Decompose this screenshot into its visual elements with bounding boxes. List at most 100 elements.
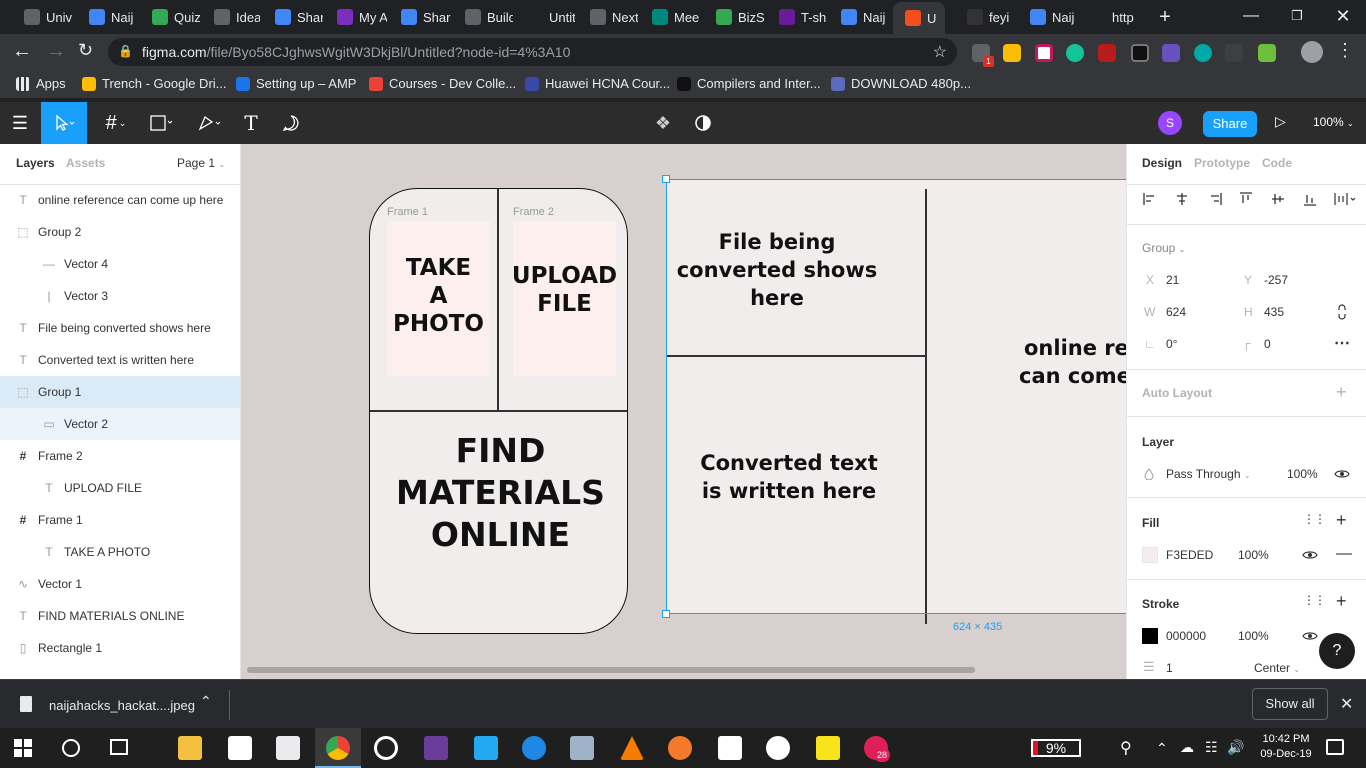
extension-icon[interactable] [1098,44,1116,62]
address-bar[interactable]: 🔒 figma.com/file/Byo58CJghwsWgitW3DkjBl/… [108,38,957,66]
extension-icon[interactable] [1003,44,1021,62]
app-icon[interactable] [374,736,398,760]
bookmark-item[interactable]: Huawei HCNA Cour... [525,76,670,91]
h-input[interactable]: 435 [1264,305,1284,319]
present-play-icon[interactable]: ▷ [1275,113,1286,130]
battery-indicator[interactable]: 9% [1031,739,1081,757]
contrast-icon[interactable] [690,102,716,144]
layer-row[interactable]: ⬚ Group 2 [0,216,240,248]
notepad-icon[interactable] [718,736,742,760]
extension-icon[interactable] [1162,44,1180,62]
fill-color-swatch[interactable] [1142,547,1158,563]
minimize-button[interactable]: — [1228,0,1274,32]
frame-tool-icon[interactable]: # ⌄ [96,102,136,144]
share-button[interactable]: Share [1203,111,1257,137]
extension-icon[interactable] [1131,44,1149,62]
extension-icon[interactable] [1225,44,1243,62]
layer-row[interactable]: ▭ Vector 2 [0,408,240,440]
y-input[interactable]: -257 [1264,273,1288,287]
x-input[interactable]: 21 [1166,273,1179,287]
browser-tab[interactable] [1081,4,1103,30]
align-left-icon[interactable] [1142,191,1158,207]
forward-icon[interactable]: → [46,40,66,63]
browser-tab[interactable]: Naij [77,4,137,30]
stroke-hex-input[interactable]: 000000 [1166,629,1206,643]
browser-tab[interactable]: Next [578,4,638,30]
browser-tab[interactable]: Build [453,4,513,30]
move-tool-button[interactable] [41,102,87,144]
file-explorer-icon[interactable] [178,736,202,760]
comment-tool-icon[interactable] [276,102,306,144]
app-icon[interactable] [570,736,594,760]
layer-row[interactable]: ∿ Vector 1 [0,568,240,600]
search-icon[interactable] [62,739,80,757]
help-button[interactable]: ? [1319,633,1355,669]
selection-handle-top-left[interactable] [662,175,670,183]
edge-icon[interactable] [522,736,546,760]
selection-handle-bottom-left[interactable] [662,610,670,618]
bookmark-star-icon[interactable]: ☆ [933,42,947,62]
constrain-proportions-icon[interactable] [1336,304,1348,320]
action-center-icon[interactable] [1326,739,1344,755]
bookmark-item[interactable]: Apps [16,76,66,91]
vlc-icon[interactable] [620,736,644,760]
add-auto-layout-icon[interactable]: + [1336,382,1347,403]
task-view-icon[interactable] [110,739,128,755]
stroke-opacity-input[interactable]: 100% [1238,629,1269,643]
browser-tab[interactable]: U✕ [893,2,945,34]
bookmark-item[interactable]: Trench - Google Dri... [82,76,227,91]
blend-mode-dropdown[interactable]: Pass Through ⌄ [1166,467,1251,481]
layer-row[interactable]: Tonline reference can come up here [0,184,240,216]
tab-design[interactable]: Design [1142,156,1182,170]
extension-icon[interactable] [1035,44,1053,62]
mail-icon[interactable] [276,736,300,760]
upload-file-text[interactable]: UPLOAD FILE [511,262,618,318]
align-bottom-icon[interactable] [1302,191,1318,207]
browser-tab[interactable]: T-sh [767,4,827,30]
browser-tab[interactable]: http [1106,4,1150,30]
fill-visibility-eye-icon[interactable] [1302,549,1318,561]
stroke-align-dropdown[interactable]: Center ⌄ [1254,661,1300,675]
browser-tab[interactable]: feyi [955,4,1015,30]
browser-tab[interactable]: Univ [12,4,72,30]
layer-row[interactable]: | Vector 3 [0,280,240,312]
eye-icon[interactable] [1334,468,1350,480]
canvas-horizontal-scrollbar[interactable] [247,667,975,673]
take-photo-text[interactable]: TAKE A PHOTO [387,254,490,338]
blender-icon[interactable] [668,736,692,760]
rotation-input[interactable]: 0° [1166,337,1177,351]
grammarly-icon[interactable] [1066,44,1084,62]
reload-icon[interactable]: ↻ [78,40,93,61]
bookmark-item[interactable]: Courses - Dev Colle... [369,76,516,91]
extension-icon[interactable] [1258,44,1276,62]
page-selector[interactable]: Page 1 ⌄ [177,156,225,170]
tab-code[interactable]: Code [1262,156,1292,170]
group-type-dropdown[interactable]: Group ⌄ [1142,241,1185,255]
layer-row[interactable]: T Converted text is written here [0,344,240,376]
align-vertical-center-icon[interactable] [1270,191,1286,207]
layer-row[interactable]: T UPLOAD FILE [0,472,240,504]
new-tab-button[interactable]: + [1154,6,1176,28]
people-icon[interactable]: ⚲ [1120,738,1132,758]
tab-assets[interactable]: Assets [66,156,105,170]
w-input[interactable]: 624 [1166,305,1186,319]
layer-row[interactable]: # Frame 2 [0,440,240,472]
browser-tab[interactable]: Untit [515,4,575,30]
chat-icon[interactable] [766,736,790,760]
layer-row[interactable]: T File being converted shows here [0,312,240,344]
components-icon[interactable]: ❖ [650,102,676,144]
cloud-icon[interactable]: ☁ [1180,739,1194,756]
browser-tab[interactable]: Naij [829,4,891,30]
layer-row[interactable]: # Frame 1 [0,504,240,536]
bookmark-item[interactable]: Compilers and Inter... [677,76,821,91]
align-horizontal-center-icon[interactable] [1174,191,1190,207]
wifi-icon[interactable]: ☷ [1205,739,1218,756]
add-fill-icon[interactable]: + [1336,510,1347,531]
layer-row[interactable]: ⬚ Group 1 [0,376,240,408]
stroke-visibility-eye-icon[interactable] [1302,630,1318,642]
chevron-up-icon[interactable]: ⌃ [200,693,212,710]
browser-tab[interactable]: BizS [704,4,764,30]
more-options-icon[interactable]: ⋯ [1334,333,1350,353]
store-icon[interactable] [228,736,252,760]
chevron-up-icon[interactable]: ⌃ [1156,740,1168,757]
